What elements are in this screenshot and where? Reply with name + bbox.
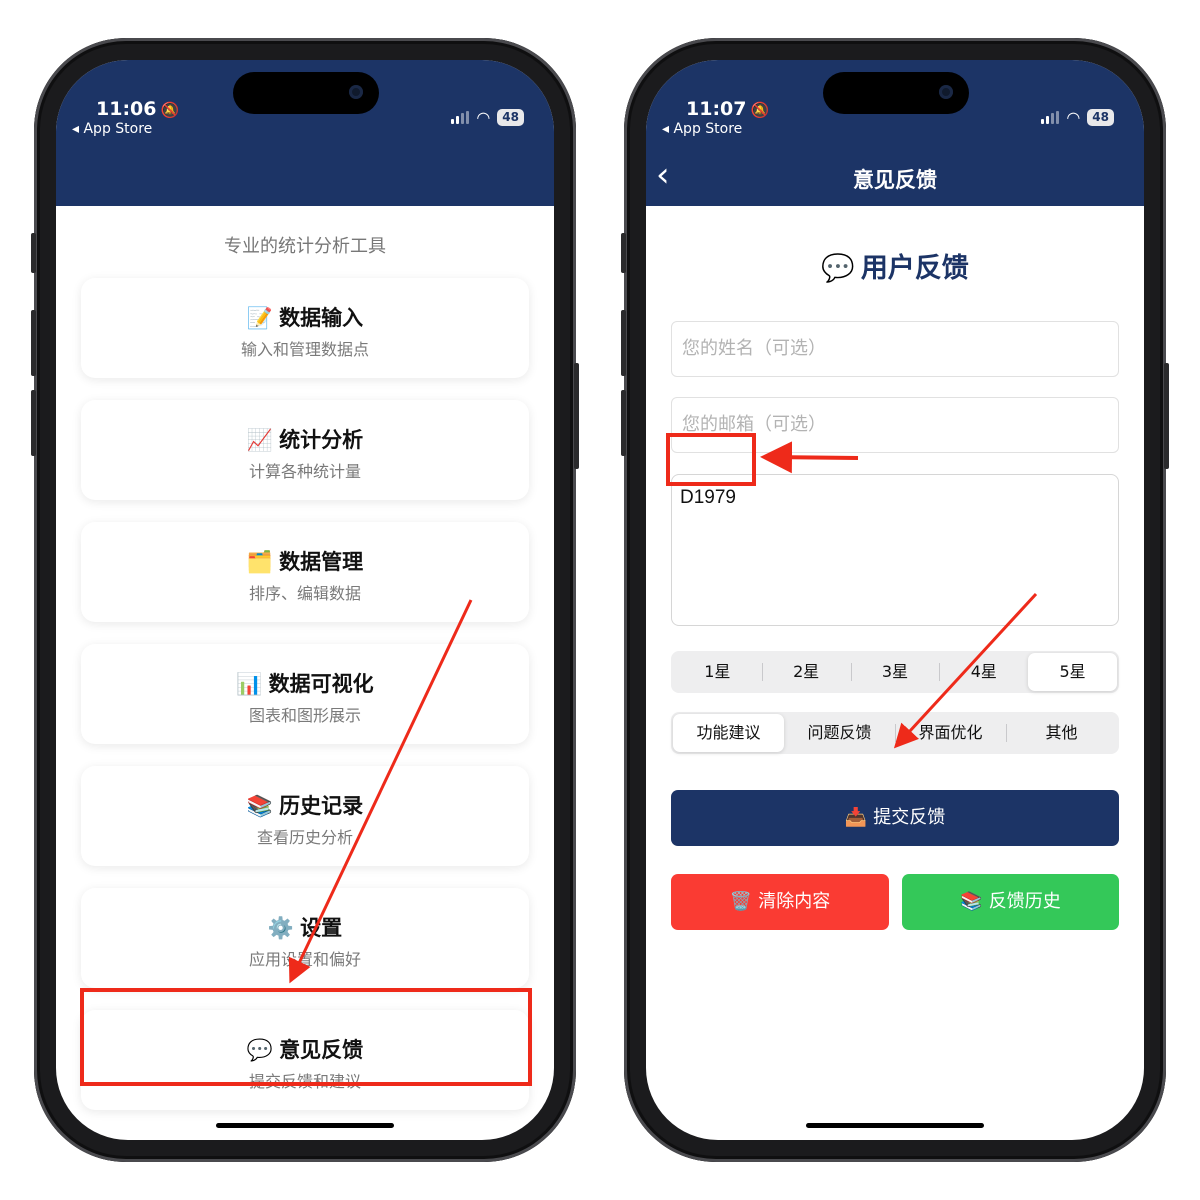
box-icon: 🗂️ xyxy=(246,550,274,574)
screen-feedback: 11:07 🔕 ◂ App Store ◠ 48 ‹ 意见反馈 💬 用户反馈 您的姓… xyxy=(646,60,1144,1140)
menu-title: 历史记录 xyxy=(279,794,364,818)
menu-desc: 图表和图形展示 xyxy=(248,706,361,725)
menu-desc: 输入和管理数据点 xyxy=(240,340,369,359)
inbox-tray-icon: 📥 xyxy=(844,807,868,828)
menu-card-settings[interactable]: ⚙️ 设置 应用设置和偏好 xyxy=(81,888,529,988)
wifi-icon: ◠ xyxy=(1066,107,1081,127)
screen-home: 11:06 🔕 ◂ App Store ◠ 48 专业的统计分析工具 📝 数据输入 … xyxy=(56,60,554,1140)
trash-icon: 🗑️ xyxy=(729,891,753,912)
bell-muted-icon: 🔕 xyxy=(160,101,180,119)
menu-card-data-management[interactable]: 🗂️ 数据管理 排序、编辑数据 xyxy=(81,522,529,622)
status-icons: ◠ 48 xyxy=(451,109,524,126)
feedback-heading: 💬 用户反馈 xyxy=(821,253,969,284)
submit-feedback-button[interactable]: 📥 提交反馈 xyxy=(671,790,1119,846)
menu-title: 数据管理 xyxy=(279,550,364,574)
mute-switch xyxy=(31,233,36,273)
phone-frame-right: 11:07 🔕 ◂ App Store ◠ 48 ‹ 意见反馈 💬 用户反馈 您的姓… xyxy=(621,38,1169,1162)
books-icon: 📚 xyxy=(960,891,983,912)
power-button xyxy=(1164,363,1169,469)
name-input[interactable]: 您的姓名（可选） xyxy=(671,321,1119,377)
dynamic-island xyxy=(233,72,379,114)
highlight-feedback-menu xyxy=(80,988,532,1086)
mute-switch xyxy=(621,233,626,273)
books-icon: 📚 xyxy=(246,794,274,818)
back-to-app-store-link[interactable]: ◂ App Store xyxy=(72,121,152,137)
menu-title: 设置 xyxy=(300,916,343,940)
bell-muted-icon: 🔕 xyxy=(750,101,770,119)
volume-down-button xyxy=(31,390,36,456)
menu-desc: 应用设置和偏好 xyxy=(248,950,361,969)
menu-card-history[interactable]: 📚 历史记录 查看历史分析 xyxy=(81,766,529,866)
menu-title: 数据可视化 xyxy=(268,672,374,696)
menu-card-data-input[interactable]: 📝 数据输入 输入和管理数据点 xyxy=(81,278,529,378)
menu-desc: 查看历史分析 xyxy=(256,828,353,847)
battery-icon: 48 xyxy=(497,109,524,126)
memo-icon: 📝 xyxy=(246,306,274,330)
menu-card-statistics[interactable]: 📈 统计分析 计算各种统计量 xyxy=(81,400,529,500)
rating-segmented-control: 1星 2星 3星 4星 5星 xyxy=(671,651,1119,693)
menu-title: 统计分析 xyxy=(279,428,364,452)
volume-up-button xyxy=(31,310,36,376)
menu-title: 数据输入 xyxy=(279,306,364,330)
highlight-feedback-text xyxy=(666,433,756,486)
status-time: 11:07 🔕 xyxy=(686,98,770,120)
back-to-app-store-link[interactable]: ◂ App Store xyxy=(662,121,742,137)
battery-icon: 48 xyxy=(1087,109,1114,126)
status-time: 11:06 🔕 xyxy=(96,98,180,120)
home-indicator[interactable] xyxy=(216,1123,394,1128)
status-icons: ◠ 48 xyxy=(1041,109,1114,126)
clear-content-button[interactable]: 🗑️ 清除内容 xyxy=(671,874,889,930)
feedback-text: D1979 xyxy=(680,487,736,508)
category-feature-suggestion[interactable]: 功能建议 xyxy=(673,714,784,752)
cellular-signal-icon xyxy=(1041,111,1060,124)
menu-desc: 排序、编辑数据 xyxy=(248,584,361,603)
category-ui-improvement[interactable]: 界面优化 xyxy=(895,714,1006,752)
rating-4-star[interactable]: 4星 xyxy=(939,653,1028,691)
power-button xyxy=(574,363,579,469)
nav-title: 意见反馈 xyxy=(853,168,937,192)
rating-5-star[interactable]: 5星 xyxy=(1028,653,1117,691)
wifi-icon: ◠ xyxy=(476,107,491,127)
cellular-signal-icon xyxy=(451,111,470,124)
menu-card-visualization[interactable]: 📊 数据可视化 图表和图形展示 xyxy=(81,644,529,744)
volume-down-button xyxy=(621,390,626,456)
feedback-textarea[interactable]: D1979 xyxy=(671,474,1119,626)
app-subtitle: 专业的统计分析工具 xyxy=(224,236,386,257)
category-bug-report[interactable]: 问题反馈 xyxy=(784,714,895,752)
chart-up-icon: 📈 xyxy=(246,428,274,452)
rating-2-star[interactable]: 2星 xyxy=(761,653,851,691)
dynamic-island xyxy=(823,72,969,114)
category-other[interactable]: 其他 xyxy=(1006,714,1117,752)
feedback-history-button[interactable]: 📚 反馈历史 xyxy=(902,874,1119,930)
rating-3-star[interactable]: 3星 xyxy=(850,653,940,691)
bar-chart-icon: 📊 xyxy=(236,672,263,696)
speech-bubble-icon: 💬 xyxy=(821,253,855,284)
gear-icon: ⚙️ xyxy=(267,916,295,940)
home-indicator[interactable] xyxy=(806,1123,984,1128)
category-segmented-control: 功能建议 问题反馈 界面优化 其他 xyxy=(671,712,1119,754)
volume-up-button xyxy=(621,310,626,376)
menu-desc: 计算各种统计量 xyxy=(248,462,361,481)
rating-1-star[interactable]: 1星 xyxy=(673,653,762,691)
